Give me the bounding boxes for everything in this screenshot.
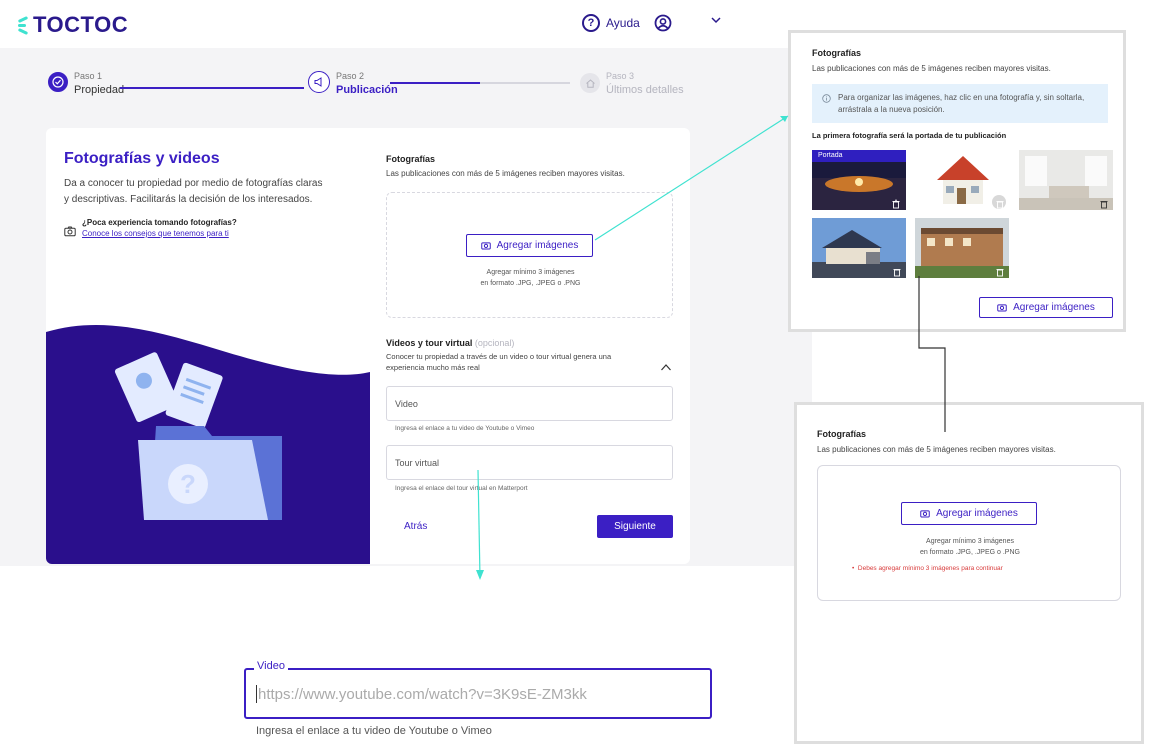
error-message-text: Debes agregar mínimo 3 imágenes para con… — [857, 565, 1003, 572]
error-message: • Debes agregar mínimo 3 imágenes para c… — [852, 565, 1003, 572]
error-hint-1: Agregar mínimo 3 imágenes — [926, 538, 1014, 545]
cover-note: La primera fotografía será la portada de… — [812, 131, 1007, 140]
error-callout-subtitle: Las publicaciones con más de 5 imágenes … — [817, 445, 1056, 454]
photos-title: Fotografías — [386, 154, 436, 164]
trash-icon[interactable] — [995, 264, 1005, 277]
step-connector-2-remaining — [480, 82, 570, 84]
photo-thumb-5[interactable] — [915, 218, 1009, 278]
step-3 — [580, 73, 600, 93]
photo-thumb-3[interactable] — [1019, 150, 1113, 210]
photo-thumb-cover[interactable]: Portada — [812, 150, 906, 210]
step-3-label: Últimos detalles — [606, 84, 684, 96]
tips-title: ¿Poca experiencia tomando fotografías? — [82, 218, 237, 227]
reorder-info-banner: Para organizar las imágenes, haz clic en… — [812, 84, 1108, 123]
help-link[interactable]: ? Ayuda — [582, 14, 640, 32]
error-hint-2: en formato .JPG, .JPEG o .PNG — [920, 549, 1020, 556]
step-2-label: Publicación — [336, 84, 398, 96]
step-1-number: Paso 1 — [74, 71, 103, 81]
video-field-value: https://www.youtube.com/watch?v=3K9sE-ZM… — [258, 686, 587, 703]
top-bar: TOCTOC ? Ayuda — [0, 0, 812, 48]
gallery-title: Fotografías — [812, 48, 862, 58]
next-button[interactable]: Siguiente — [597, 515, 673, 538]
user-menu-chevron[interactable] — [710, 13, 722, 29]
trash-icon[interactable] — [892, 264, 902, 277]
form-card: Fotografías y videos Da a conocer tu pro… — [46, 128, 690, 564]
error-add-images-button[interactable]: Agregar imágenes — [901, 502, 1037, 525]
gallery-add-images-button[interactable]: Agregar imágenes — [979, 297, 1113, 318]
camera-icon — [997, 304, 1007, 312]
step-1 — [48, 72, 68, 92]
videos-optional: (opcional) — [474, 338, 515, 348]
home-icon — [580, 73, 600, 93]
camera-icon — [920, 510, 930, 518]
info-icon — [822, 94, 831, 103]
camera-icon — [64, 224, 76, 242]
chevron-up-icon — [661, 364, 671, 371]
user-circle-icon — [654, 14, 672, 32]
trash-icon[interactable] — [1099, 196, 1109, 209]
trash-icon[interactable] — [891, 196, 901, 209]
help-label: Ayuda — [606, 16, 640, 30]
video-input[interactable]: Video — [386, 386, 673, 421]
step-2 — [308, 71, 330, 93]
video-field-hint: Ingresa el enlace a tu video de Youtube … — [256, 725, 492, 737]
gallery-subtitle: Las publicaciones con más de 5 imágenes … — [812, 64, 1051, 73]
step-1-label: Propiedad — [74, 84, 125, 96]
logo-icon — [17, 16, 30, 35]
video-field-legend: Video — [254, 660, 288, 672]
add-images-button[interactable]: Agregar imágenes — [466, 234, 593, 257]
tour-input[interactable]: Tour virtual — [386, 445, 673, 480]
megaphone-icon — [308, 71, 330, 93]
svg-text:?: ? — [180, 469, 196, 499]
tips-link[interactable]: Conoce los consejos que tenemos para ti — [82, 229, 229, 238]
back-button[interactable]: Atrás — [404, 521, 427, 532]
logo-text: TOCTOC — [33, 12, 129, 37]
collapse-videos-button[interactable] — [660, 358, 672, 376]
gallery-add-images-label: Agregar imágenes — [1013, 302, 1095, 313]
error-callout-title: Fotografías — [817, 429, 867, 439]
tour-hint: Ingresa el enlace del tour virtual en Ma… — [395, 485, 528, 492]
photo-thumb-4[interactable] — [812, 218, 906, 278]
main-screen: TOCTOC ? Ayuda Paso 1 Propiedad Paso 2 P… — [0, 0, 812, 566]
gallery-callout: Fotografías Las publicaciones con más de… — [788, 30, 1126, 332]
photos-subtitle: Las publicaciones con más de 5 imágenes … — [386, 169, 625, 178]
add-images-label: Agregar imágenes — [496, 240, 579, 251]
chevron-down-icon — [711, 17, 721, 24]
logo[interactable]: TOCTOC — [17, 12, 129, 38]
error-add-images-label: Agregar imágenes — [936, 508, 1018, 519]
section-description: Da a conocer tu propiedad por medio de f… — [64, 178, 323, 205]
text-cursor — [256, 685, 257, 703]
videos-heading: Videos y tour virtual (opcional) — [386, 338, 514, 348]
folder-illustration: ? — [46, 324, 370, 564]
section-title: Fotografías y videos — [64, 150, 220, 167]
photo-thumb-2[interactable] — [915, 150, 1009, 210]
trash-icon[interactable] — [995, 196, 1005, 209]
error-callout: Fotografías Las publicaciones con más de… — [794, 402, 1144, 744]
photos-hint-2: en formato .JPG, .JPEG o .PNG — [480, 280, 581, 287]
user-menu-button[interactable] — [654, 14, 672, 37]
step-2-number: Paso 2 — [336, 71, 365, 81]
video-hint: Ingresa el enlace a tu video de Youtube … — [395, 425, 535, 432]
reorder-info-text: Para organizar las imágenes, haz clic en… — [838, 93, 1085, 114]
camera-icon — [480, 242, 491, 250]
cover-badge: Portada — [818, 152, 843, 159]
step-connector-2-progress — [390, 82, 480, 84]
videos-description: Conocer tu propiedad a través de un vide… — [386, 352, 612, 372]
error-dropzone[interactable]: Agregar imágenes Agregar mínimo 3 imágen… — [817, 465, 1121, 601]
step-3-number: Paso 3 — [606, 71, 635, 81]
photo-dropzone[interactable]: Agregar imágenes Agregar mínimo 3 imágen… — [386, 192, 673, 318]
question-circle-icon: ? — [582, 14, 600, 32]
photos-hint-1: Agregar mínimo 3 imágenes — [486, 269, 575, 276]
step-connector-1 — [120, 87, 304, 89]
videos-title: Videos y tour virtual — [386, 338, 473, 348]
video-field-focused[interactable]: Video https://www.youtube.com/watch?v=3K… — [244, 660, 712, 719]
check-circle-icon — [48, 72, 68, 92]
